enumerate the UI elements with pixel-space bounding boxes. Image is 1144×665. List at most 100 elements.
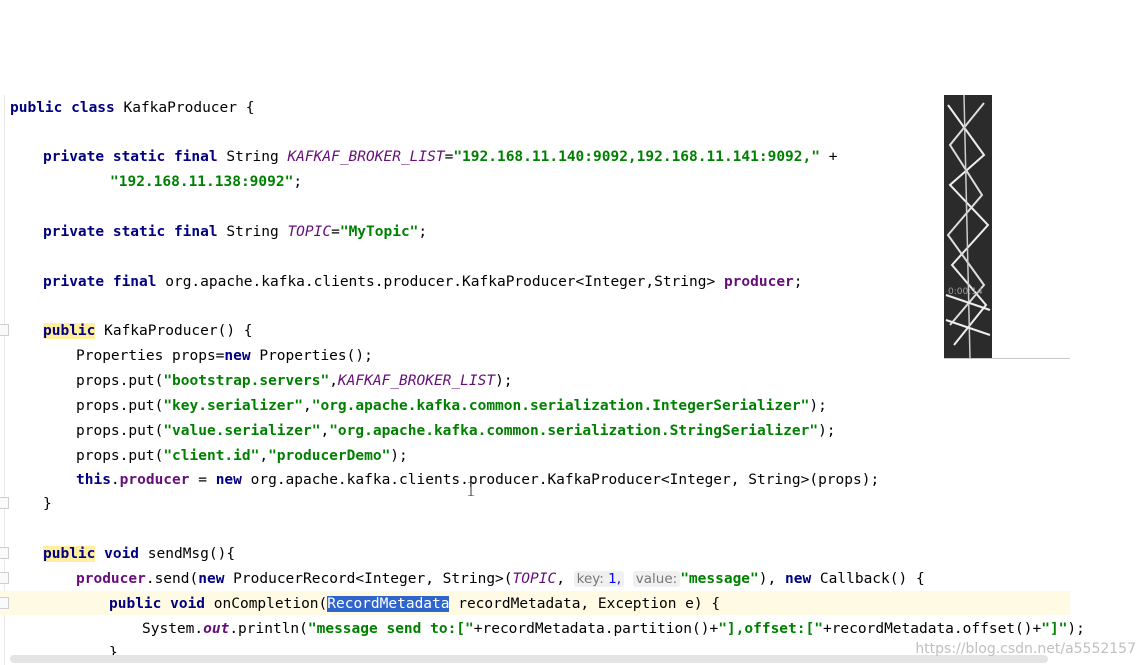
code-text: onCompletion( xyxy=(205,596,328,612)
constant: KAFKAF_BROKER_LIST xyxy=(287,149,445,165)
thumbnail-timestamp: 0:00:14 xyxy=(948,287,983,297)
code-text: ); xyxy=(818,423,836,439)
code-line-props-key[interactable]: props.put("key.serializer","org.apache.k… xyxy=(76,396,827,416)
number-literal: 1, xyxy=(603,571,622,587)
string-literal: "message" xyxy=(680,571,759,587)
code-line-props-new[interactable]: Properties props=new Properties(); xyxy=(76,346,373,366)
type: org.apache.kafka.clients.producer.KafkaP… xyxy=(156,274,724,290)
code-text: ); xyxy=(809,398,827,414)
code-line-sendmsg[interactable]: public void sendMsg(){ xyxy=(43,544,235,564)
code-text: props.put( xyxy=(76,373,164,389)
fold-marker-constructor-end[interactable] xyxy=(0,497,9,509)
parameter-hint-value: value: xyxy=(632,571,681,587)
code-text: .send( xyxy=(145,571,199,587)
keyword: new xyxy=(215,472,242,488)
watermark-text: https://blog.csdn.net/a5552157 xyxy=(915,641,1136,657)
code-line-constructor[interactable]: public KafkaProducer() { xyxy=(43,321,253,341)
code-line-broker-list[interactable]: private static final String KAFKAF_BROKE… xyxy=(43,147,837,167)
code-line-class-decl[interactable]: public class KafkaProducer { xyxy=(10,98,254,118)
scribble-icon xyxy=(945,95,991,358)
code-line-println[interactable]: System.out.println("message send to:[" +r… xyxy=(142,619,1085,639)
static-field: out xyxy=(203,621,230,637)
comma: , xyxy=(303,398,312,414)
string-literal: "org.apache.kafka.common.serialization.S… xyxy=(329,423,819,439)
fold-marker-sendmsg[interactable] xyxy=(0,547,9,559)
constant: TOPIC xyxy=(287,224,332,240)
constructor-signature: KafkaProducer() { xyxy=(95,323,253,339)
comma: , xyxy=(259,448,269,464)
code-text: Properties props= xyxy=(76,348,225,364)
string-literal: "],offset:[" xyxy=(718,621,823,637)
string-literal: "key.serializer" xyxy=(163,398,303,414)
code-text: recordMetadata, Exception e) { xyxy=(449,596,721,612)
thumbnail-image: 0:00:14 xyxy=(944,95,992,358)
keyword: private static final xyxy=(43,224,218,240)
code-text: System. xyxy=(142,621,204,637)
code-editor[interactable]: public class KafkaProducer { private sta… xyxy=(0,0,1144,665)
type: String xyxy=(217,149,288,165)
string-literal: "message send to:[" xyxy=(307,621,474,637)
keyword: public xyxy=(109,596,162,612)
keyword: this xyxy=(76,472,111,488)
video-thumbnail[interactable]: 0:00:14 xyxy=(944,95,1070,359)
keyword: public class xyxy=(10,100,115,116)
code-text: . xyxy=(110,472,120,488)
code-line-send[interactable]: producer.send( new ProducerRecord<Integer… xyxy=(76,569,925,589)
code-text: ProducerRecord<Integer, String>( xyxy=(224,571,513,587)
code-line-oncompletion[interactable]: public void onCompletion(RecordMetadata … xyxy=(109,594,720,614)
keyword: new xyxy=(784,571,812,587)
hint-label: key: xyxy=(576,571,604,587)
string-literal: "producerDemo" xyxy=(268,448,391,464)
code-line-producer-field[interactable]: private final org.apache.kafka.clients.p… xyxy=(43,272,803,292)
code-text: +recordMetadata.offset()+ xyxy=(822,621,1042,637)
fold-marker-send[interactable] xyxy=(0,572,9,584)
string-literal: "]" xyxy=(1041,621,1068,637)
class-name: KafkaProducer { xyxy=(114,100,255,116)
keyword: public xyxy=(43,546,96,562)
operator: + xyxy=(819,149,838,165)
code-line-props-value[interactable]: props.put("value.serializer","org.apache… xyxy=(76,421,836,441)
operator: = xyxy=(331,224,340,240)
string-literal: "192.168.11.138:9092" xyxy=(110,174,294,190)
fold-marker-constructor[interactable] xyxy=(0,324,9,336)
string-literal: "org.apache.kafka.common.serialization.I… xyxy=(311,398,810,414)
keyword: void xyxy=(161,596,206,612)
string-literal: "MyTopic" xyxy=(339,224,419,240)
code-text: ); xyxy=(1067,621,1085,637)
keyword: void xyxy=(95,546,140,562)
horizontal-scrollbar[interactable] xyxy=(10,655,1048,663)
code-line-topic[interactable]: private static final String TOPIC="MyTop… xyxy=(43,222,427,242)
semicolon: ; xyxy=(293,174,303,190)
hint-label: value: xyxy=(635,571,678,587)
constant: KAFKAF_BROKER_LIST xyxy=(337,373,496,389)
code-text: org.apache.kafka.clients.producer.KafkaP… xyxy=(241,472,880,488)
code-line-props-bootstrap[interactable]: props.put("bootstrap.servers",KAFKAF_BRO… xyxy=(76,371,513,391)
string-literal: "client.id" xyxy=(163,448,260,464)
ibeam-cursor-icon xyxy=(468,482,474,496)
fold-marker-oncompletion[interactable] xyxy=(0,597,9,609)
code-line-broker-list-cont[interactable]: "192.168.11.138:9092"; xyxy=(110,172,302,192)
brace: } xyxy=(43,496,52,512)
type: String xyxy=(217,224,288,240)
code-text: props.put( xyxy=(76,448,164,464)
code-text: .println( xyxy=(229,621,308,637)
constant: TOPIC xyxy=(512,571,557,587)
semicolon: ; xyxy=(418,224,428,240)
code-line-props-client[interactable]: props.put("client.id","producerDemo"); xyxy=(76,446,408,466)
keyword: private final xyxy=(43,274,157,290)
operator: = xyxy=(189,472,216,488)
comma: , xyxy=(320,423,330,439)
code-text: Callback() { xyxy=(811,571,925,587)
parameter-hint-key: key: 1, xyxy=(573,571,625,587)
code-line-producer-init[interactable]: this.producer = new org.apache.kafka.cli… xyxy=(76,470,879,490)
code-text: props.put( xyxy=(76,398,164,414)
code-line-close-brace[interactable]: } xyxy=(43,494,52,514)
semicolon: ; xyxy=(793,274,803,290)
selected-text[interactable]: RecordMetadata xyxy=(327,596,450,612)
string-literal: "192.168.11.140:9092,192.168.11.141:9092… xyxy=(453,149,820,165)
code-text: ); xyxy=(495,373,513,389)
field-name: producer xyxy=(76,571,146,587)
keyword: public xyxy=(43,323,96,339)
string-literal: "value.serializer" xyxy=(163,423,321,439)
code-text: props.put( xyxy=(76,423,164,439)
